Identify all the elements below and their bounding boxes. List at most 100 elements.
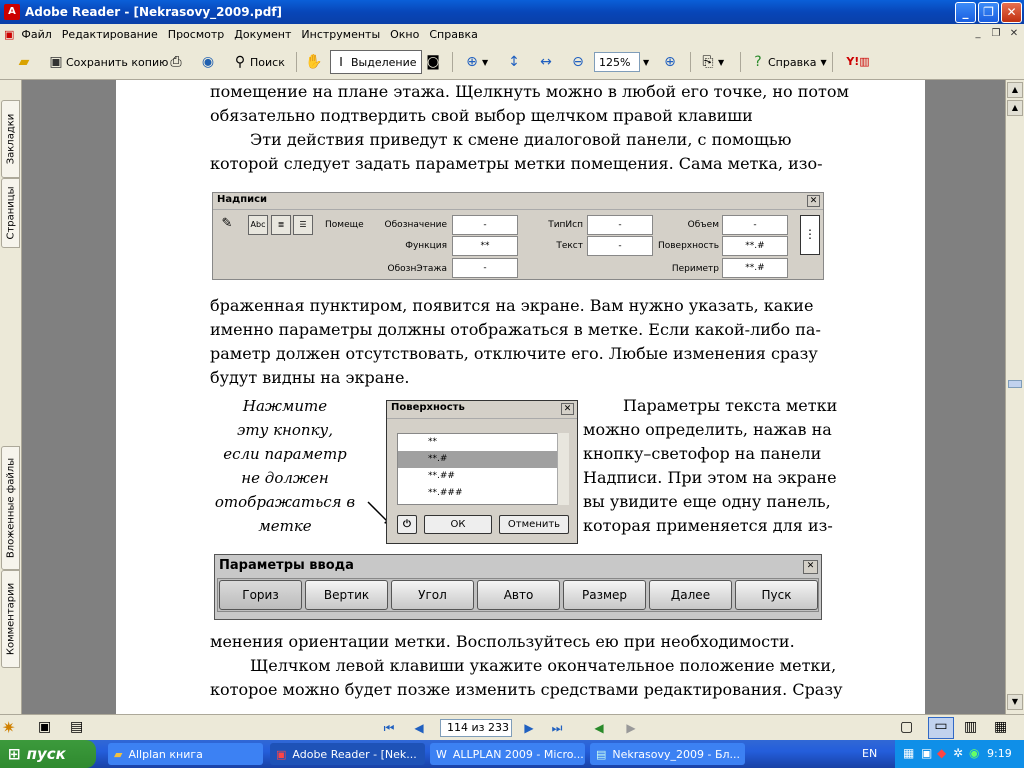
close-icon[interactable]: ✕ xyxy=(561,403,574,415)
text-align-button[interactable]: ≣ xyxy=(271,215,291,235)
menu-file[interactable]: Файл xyxy=(16,28,56,41)
close-icon[interactable]: ✕ xyxy=(807,195,820,207)
list-item[interactable]: ** xyxy=(398,434,568,451)
help-button[interactable]: ? Справка ▼ xyxy=(748,50,826,74)
tray-status-icon[interactable]: ◉ xyxy=(969,746,979,760)
perimeter-field[interactable]: **.# xyxy=(722,258,788,278)
page-number-field[interactable]: 114 из 233 xyxy=(440,719,512,737)
menu-edit[interactable]: Редактирование xyxy=(57,28,163,41)
task-notepad[interactable]: ▤ Nekrasovy_2009 - Бл... xyxy=(590,743,745,765)
floor-designation-field[interactable]: - xyxy=(452,258,518,278)
continuous-facing-icon[interactable]: ▦ xyxy=(994,719,1007,735)
minimize-button[interactable]: _ xyxy=(955,2,976,23)
page-icon[interactable]: ▤ xyxy=(70,719,83,735)
close-button[interactable]: ✕ xyxy=(1001,2,1022,23)
last-page-button[interactable]: ⏭ xyxy=(548,719,566,737)
disable-param-button[interactable]: ⏻ xyxy=(397,515,417,534)
print-button[interactable]: ⎙ xyxy=(166,50,186,74)
zoom-in-tool-button[interactable]: ⊕ ▼ xyxy=(462,50,488,74)
scroll-down-button[interactable]: ▼ xyxy=(1007,694,1023,710)
tray-network-icon[interactable]: ▦ xyxy=(903,746,914,760)
menu-window[interactable]: Окно xyxy=(385,28,424,41)
list-scrollbar[interactable] xyxy=(557,433,569,505)
scroll-up-button[interactable]: ▲ xyxy=(1007,100,1023,116)
tab-attachments[interactable]: Вложенные файлы xyxy=(1,446,20,570)
doc-minimize-icon[interactable]: _ xyxy=(970,26,986,42)
task-adobe-reader[interactable]: ▣ Adobe Reader - [Nek... xyxy=(270,743,425,765)
zoom-in-button[interactable]: ⊕ xyxy=(660,50,680,74)
text-frame-button[interactable]: ☰ xyxy=(293,215,313,235)
surface-field[interactable]: **.# xyxy=(722,236,788,256)
save-copy-button[interactable]: ▣ Сохранить копию xyxy=(46,50,168,74)
single-page-icon[interactable]: ▢ xyxy=(900,719,913,735)
tab-bookmarks[interactable]: Закладки xyxy=(1,100,20,178)
next-button[interactable]: Далее xyxy=(649,580,732,610)
menu-view[interactable]: Просмотр xyxy=(163,28,229,41)
email-button[interactable]: ◉ xyxy=(198,50,218,74)
search-button[interactable]: ⚲ Поиск xyxy=(230,50,285,74)
function-field[interactable]: ** xyxy=(452,236,518,256)
ok-button[interactable]: ОК xyxy=(424,515,492,534)
first-page-button[interactable]: ⏮ xyxy=(380,719,398,737)
angle-button[interactable]: Угол xyxy=(391,580,474,610)
document-icon: ▣ xyxy=(4,27,15,41)
tray-app-icon[interactable]: ▣ xyxy=(921,746,932,760)
menu-help[interactable]: Справка xyxy=(424,28,482,41)
zoom-dropdown[interactable]: ▼ xyxy=(643,50,649,74)
volume-field[interactable]: - xyxy=(722,215,788,235)
surface-list[interactable]: ** **.# **.## **.### xyxy=(397,433,569,505)
list-item[interactable]: **.## xyxy=(398,468,568,485)
scroll-thumb[interactable] xyxy=(1008,380,1022,388)
zoom-out-button[interactable]: ⊖ xyxy=(568,50,588,74)
go-forward-button[interactable]: ▶ xyxy=(622,719,640,737)
tab-comments[interactable]: Комментарии xyxy=(1,570,20,668)
menu-tools[interactable]: Инструменты xyxy=(296,28,385,41)
menu-document[interactable]: Документ xyxy=(229,28,296,41)
start-button[interactable]: ⊞ пуск xyxy=(0,740,96,768)
designation-field[interactable]: - xyxy=(452,215,518,235)
text-field[interactable]: - xyxy=(587,236,653,256)
auto-button[interactable]: Авто xyxy=(477,580,560,610)
pipette-icon[interactable]: ✎ xyxy=(217,215,237,235)
rotate-button[interactable]: ⎘ ▼ xyxy=(698,50,724,74)
tray-shield-icon[interactable]: ◆ xyxy=(937,746,946,760)
list-item-selected[interactable]: **.# xyxy=(398,451,568,468)
select-tool-button[interactable]: I Выделение xyxy=(330,50,422,74)
usage-type-field[interactable]: - xyxy=(587,215,653,235)
task-word[interactable]: W ALLPLAN 2009 - Micro... xyxy=(430,743,585,765)
vertical-scrollbar[interactable]: ▲ ▲ ▼ xyxy=(1005,80,1024,714)
text-style-button[interactable]: Abc xyxy=(248,215,268,235)
fit-page-button[interactable]: ↕ xyxy=(504,50,524,74)
options-icon[interactable]: ✷ xyxy=(2,718,15,737)
list-item[interactable]: **.### xyxy=(398,485,568,502)
prev-page-button[interactable]: ◀ xyxy=(410,719,428,737)
maximize-button[interactable]: ❐ xyxy=(978,2,999,23)
size-button[interactable]: Размер xyxy=(563,580,646,610)
split-handle[interactable]: ▲ xyxy=(1007,82,1023,98)
tray-settings-icon[interactable]: ✲ xyxy=(953,746,963,760)
close-icon[interactable]: ✕ xyxy=(803,560,818,574)
traffic-light-button[interactable]: ⋮ xyxy=(800,215,820,255)
hand-tool-button[interactable]: ✋ xyxy=(304,50,324,74)
continuous-icon[interactable]: ▭ xyxy=(928,717,954,739)
task-allplan-book[interactable]: ▰ Allplan книга xyxy=(108,743,263,765)
tab-pages[interactable]: Страницы xyxy=(1,178,20,248)
horizontal-button[interactable]: Гориз xyxy=(219,580,302,610)
go-back-button[interactable]: ◀ xyxy=(590,719,608,737)
clock[interactable]: 9:19 xyxy=(987,747,1012,760)
screen-icon[interactable]: ▣ xyxy=(38,719,51,735)
next-page-button[interactable]: ▶ xyxy=(520,719,538,737)
zoom-field[interactable]: 125% xyxy=(594,52,640,72)
facing-icon[interactable]: ▥ xyxy=(964,719,977,735)
document-area[interactable]: помещение на плане этажа. Щелкнуть можно… xyxy=(22,80,1005,714)
yahoo-toolbar-button[interactable]: Y!▥ xyxy=(840,50,876,74)
doc-restore-icon[interactable]: ❐ xyxy=(988,26,1004,42)
fit-width-button[interactable]: ↔ xyxy=(536,50,556,74)
snapshot-button[interactable]: ◙ xyxy=(423,50,443,74)
cancel-button[interactable]: Отменить xyxy=(499,515,569,534)
language-indicator[interactable]: EN xyxy=(862,747,877,760)
start-button[interactable]: Пуск xyxy=(735,580,818,610)
vertical-button[interactable]: Вертик xyxy=(305,580,388,610)
doc-close-icon[interactable]: ✕ xyxy=(1006,26,1022,42)
open-button[interactable]: ▰ xyxy=(14,50,34,74)
